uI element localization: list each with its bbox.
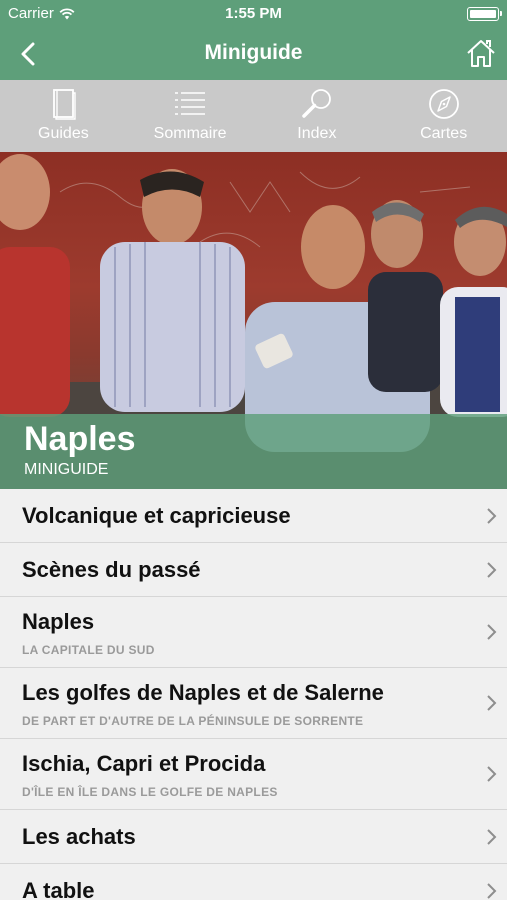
home-button[interactable]: [463, 35, 499, 71]
chevron-right-icon: [487, 562, 497, 578]
compass-icon: [428, 89, 459, 119]
home-icon: [467, 40, 495, 67]
toolbar-cartes-label: Cartes: [420, 125, 468, 142]
toolbar-guides-label: Guides: [38, 125, 89, 142]
list-item[interactable]: Naples LA CAPITALE DU SUD: [0, 597, 507, 668]
status-bar: Carrier 1:55 PM: [0, 0, 507, 28]
list-item-title: Ischia, Capri et Procida: [22, 751, 266, 776]
hero-banner: Naples MINIGUIDE: [0, 152, 507, 489]
toolbar: Guides Sommaire Index Cartes: [0, 80, 507, 152]
list-item-title: Les golfes de Naples et de Salerne: [22, 680, 384, 705]
chevron-right-icon: [487, 695, 497, 711]
magnifier-icon: [302, 89, 331, 118]
list-item-subtitle: DE PART ET D'AUTRE DE LA PÉNINSULE DE SO…: [22, 714, 364, 728]
list-item-title: Scènes du passé: [22, 557, 201, 582]
battery-icon: [467, 7, 502, 21]
list-item-subtitle: LA CAPITALE DU SUD: [22, 643, 155, 657]
list-item-title: A table: [22, 878, 95, 900]
toolbar-cartes[interactable]: Cartes: [380, 80, 507, 152]
hero-subtitle: MINIGUIDE: [24, 461, 109, 478]
list-item-subtitle: D'ÎLE EN ÎLE DANS LE GOLFE DE NAPLES: [22, 785, 278, 799]
toolbar-sommaire[interactable]: Sommaire: [127, 80, 254, 152]
contents-list: Volcanique et capricieuse Scènes du pass…: [0, 489, 507, 900]
chevron-right-icon: [487, 766, 497, 782]
page-title: Miniguide: [204, 41, 303, 64]
back-button[interactable]: [10, 36, 46, 72]
navigation-bar: Miniguide: [0, 28, 507, 80]
book-icon: [53, 89, 77, 120]
toolbar-sommaire-label: Sommaire: [153, 125, 227, 142]
list-item[interactable]: Les golfes de Naples et de Salerne DE PA…: [0, 668, 507, 739]
list-item[interactable]: Les achats: [0, 810, 507, 864]
list-item[interactable]: Scènes du passé: [0, 543, 507, 597]
list-item[interactable]: Ischia, Capri et Procida D'ÎLE EN ÎLE DA…: [0, 739, 507, 810]
chevron-right-icon: [487, 624, 497, 640]
chevron-right-icon: [487, 883, 497, 899]
chevron-right-icon: [487, 829, 497, 845]
list-item[interactable]: A table: [0, 864, 507, 900]
list-icon: [175, 92, 206, 115]
status-time: 1:55 PM: [225, 5, 282, 22]
chevron-left-icon: [21, 42, 35, 66]
list-item-title: Volcanique et capricieuse: [22, 503, 291, 528]
list-item-title: Naples: [22, 609, 95, 634]
chevron-right-icon: [487, 508, 497, 524]
hero-title: Naples: [24, 420, 136, 458]
toolbar-index-label: Index: [297, 125, 337, 142]
list-item[interactable]: Volcanique et capricieuse: [0, 489, 507, 543]
list-item-title: Les achats: [22, 824, 136, 849]
toolbar-index[interactable]: Index: [254, 80, 381, 152]
toolbar-guides[interactable]: Guides: [0, 80, 127, 152]
